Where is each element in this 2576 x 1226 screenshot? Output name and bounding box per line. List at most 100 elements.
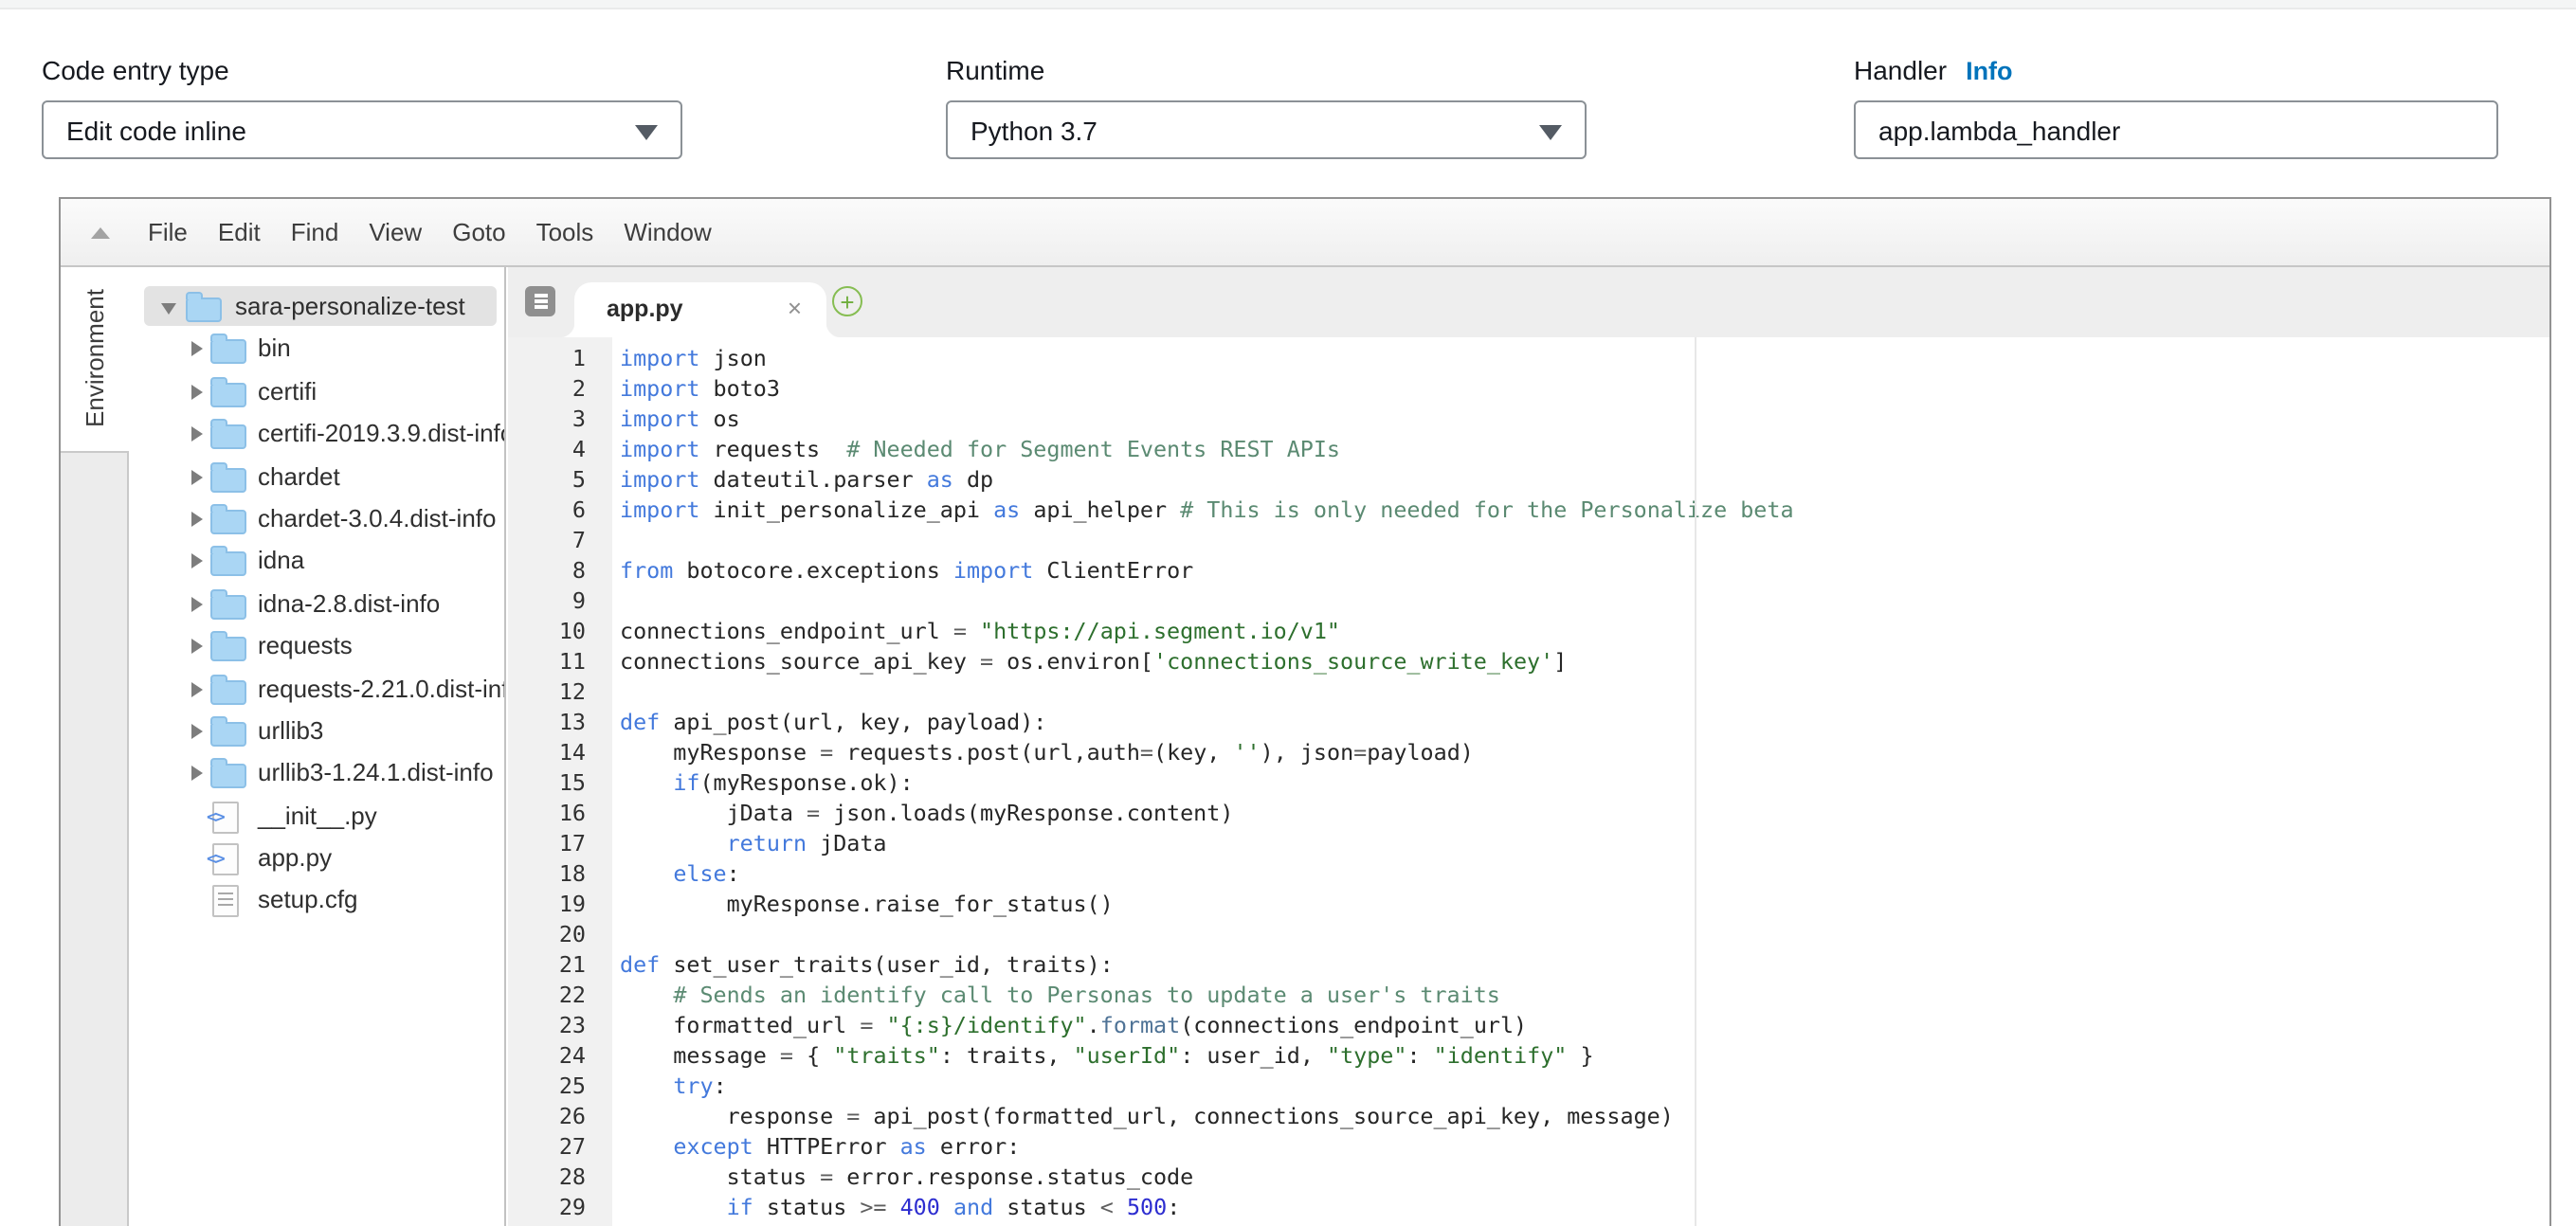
tab-environment[interactable]: Environment: [61, 267, 129, 451]
arrow-right-icon[interactable]: [191, 724, 203, 739]
line-number: 1: [508, 343, 612, 373]
tree-folder-chardet-3.0.4.dist-info[interactable]: chardet-3.0.4.dist-info: [129, 498, 504, 541]
arrow-right-icon[interactable]: [191, 342, 203, 357]
tree-folder-certifi[interactable]: certifi: [129, 371, 504, 414]
python-file-icon: [212, 801, 239, 833]
code-line: response = api_post(formatted_url, conne…: [620, 1101, 2549, 1131]
menu-item-window[interactable]: Window: [624, 218, 712, 246]
folder-icon: [210, 765, 246, 789]
arrow-right-icon[interactable]: [191, 469, 203, 484]
environment-strip: Environment: [61, 267, 129, 1226]
tree-folder-urllib3[interactable]: urllib3: [129, 711, 504, 753]
code-line: # Sends an identify call to Personas to …: [620, 980, 2549, 1010]
menu-item-view[interactable]: View: [369, 218, 422, 246]
tab-app-py[interactable]: app.py ×: [574, 282, 826, 337]
tree-item-label: urllib3: [258, 716, 323, 745]
handler-label: Handler: [1854, 55, 1947, 85]
folder-icon: [210, 467, 246, 492]
line-number: 11: [508, 646, 612, 676]
tree-folder-idna-2.8.dist-info[interactable]: idna-2.8.dist-info: [129, 583, 504, 625]
tree-file-__init__.py[interactable]: __init__.py: [129, 795, 504, 838]
code-line: from botocore.exceptions import ClientEr…: [620, 555, 2549, 586]
arrow-right-icon[interactable]: [191, 681, 203, 696]
line-number: 24: [508, 1040, 612, 1071]
tree-folder-sara-personalize-test[interactable]: sara-personalize-test: [129, 286, 504, 329]
tree-folder-requests-2.21.0.dist-info[interactable]: requests-2.21.0.dist-info: [129, 668, 504, 711]
code-area[interactable]: 1234567891011121314151617181920212223242…: [508, 337, 2549, 1226]
menu-item-tools[interactable]: Tools: [536, 218, 594, 246]
tree-item-label: idna-2.8.dist-info: [258, 588, 440, 617]
code-line: def api_post(url, key, payload):: [620, 707, 2549, 737]
line-number: 17: [508, 828, 612, 858]
tree-item-label: chardet-3.0.4.dist-info: [258, 504, 496, 532]
folder-icon: [210, 594, 246, 619]
line-number: 22: [508, 980, 612, 1010]
tree-folder-chardet[interactable]: chardet: [129, 456, 504, 498]
line-number: 3: [508, 404, 612, 434]
arrow-right-icon[interactable]: [191, 512, 203, 527]
line-number: 23: [508, 1010, 612, 1040]
chevron-down-icon: [1539, 125, 1562, 140]
tree-file-setup.cfg[interactable]: setup.cfg: [129, 880, 504, 923]
tree-folder-urllib3-1.24.1.dist-info[interactable]: urllib3-1.24.1.dist-info: [129, 753, 504, 796]
code-line: [620, 525, 2549, 555]
close-icon[interactable]: ×: [788, 294, 802, 322]
code-line: except HTTPError as error:: [620, 1131, 2549, 1162]
arrow-right-icon[interactable]: [191, 385, 203, 400]
tree-folder-requests[interactable]: requests: [129, 625, 504, 668]
print-margin: [1695, 337, 1696, 1226]
tree-item-label: requests-2.21.0.dist-info: [258, 674, 506, 702]
code-entry-type-value: Edit code inline: [66, 115, 246, 145]
code-line: status = error.response.status_code: [620, 1162, 2549, 1192]
menu-item-find[interactable]: Find: [291, 218, 339, 246]
code-entry-type-select[interactable]: Edit code inline: [42, 100, 682, 159]
line-number: 21: [508, 949, 612, 980]
arrow-right-icon[interactable]: [191, 596, 203, 611]
tab-list-icon[interactable]: [525, 286, 555, 316]
folder-icon: [210, 679, 246, 704]
folder-icon: [210, 722, 246, 747]
code-line: myResponse = requests.post(url,auth=(key…: [620, 737, 2549, 767]
tree-file-app.py[interactable]: app.py: [129, 838, 504, 880]
page: Code entry type Edit code inline Runtime…: [0, 0, 2576, 1224]
line-number: 10: [508, 616, 612, 646]
collapse-menubar-icon[interactable]: [91, 227, 110, 239]
folder-icon: [210, 340, 246, 365]
tree-folder-bin[interactable]: bin: [129, 329, 504, 371]
code-lines: import jsonimport boto3import osimport r…: [620, 343, 2549, 1222]
runtime-select[interactable]: Python 3.7: [946, 100, 1587, 159]
line-number: 4: [508, 434, 612, 464]
menu-item-edit[interactable]: Edit: [218, 218, 261, 246]
line-number: 26: [508, 1101, 612, 1131]
arrow-right-icon[interactable]: [191, 766, 203, 782]
line-number: 5: [508, 464, 612, 495]
handler-info-link[interactable]: Info: [1966, 56, 2013, 84]
code-line: message = { "traits": traits, "userId": …: [620, 1040, 2549, 1071]
python-file-icon: [212, 843, 239, 875]
code-line: if(myResponse.ok):: [620, 767, 2549, 798]
tree-folder-idna[interactable]: idna: [129, 541, 504, 584]
arrow-right-icon[interactable]: [191, 426, 203, 442]
handler-field: Handler Info: [1854, 51, 2498, 159]
arrow-right-icon[interactable]: [191, 639, 203, 654]
code-line: else:: [620, 858, 2549, 889]
line-number: 19: [508, 889, 612, 919]
menu-item-goto[interactable]: Goto: [452, 218, 505, 246]
line-number: 2: [508, 373, 612, 404]
menu-item-file[interactable]: File: [148, 218, 188, 246]
arrow-right-icon[interactable]: [191, 554, 203, 569]
tree-item-label: chardet: [258, 461, 340, 490]
tree-folder-certifi-2019.3.9.dist-info[interactable]: certifi-2019.3.9.dist-info: [129, 413, 504, 456]
arrow-down-icon[interactable]: [161, 303, 176, 315]
line-number: 14: [508, 737, 612, 767]
tree-item-label: bin: [258, 334, 291, 363]
code-line: return jData: [620, 828, 2549, 858]
code-line: try:: [620, 1071, 2549, 1101]
handler-input[interactable]: [1854, 100, 2498, 159]
new-tab-button[interactable]: +: [832, 286, 862, 316]
tree-item-label: app.py: [258, 843, 332, 872]
environment-strip-rest: [61, 451, 129, 1226]
code-line: jData = json.loads(myResponse.content): [620, 798, 2549, 828]
line-number: 12: [508, 676, 612, 707]
code-entry-type-field: Code entry type Edit code inline: [42, 51, 682, 159]
